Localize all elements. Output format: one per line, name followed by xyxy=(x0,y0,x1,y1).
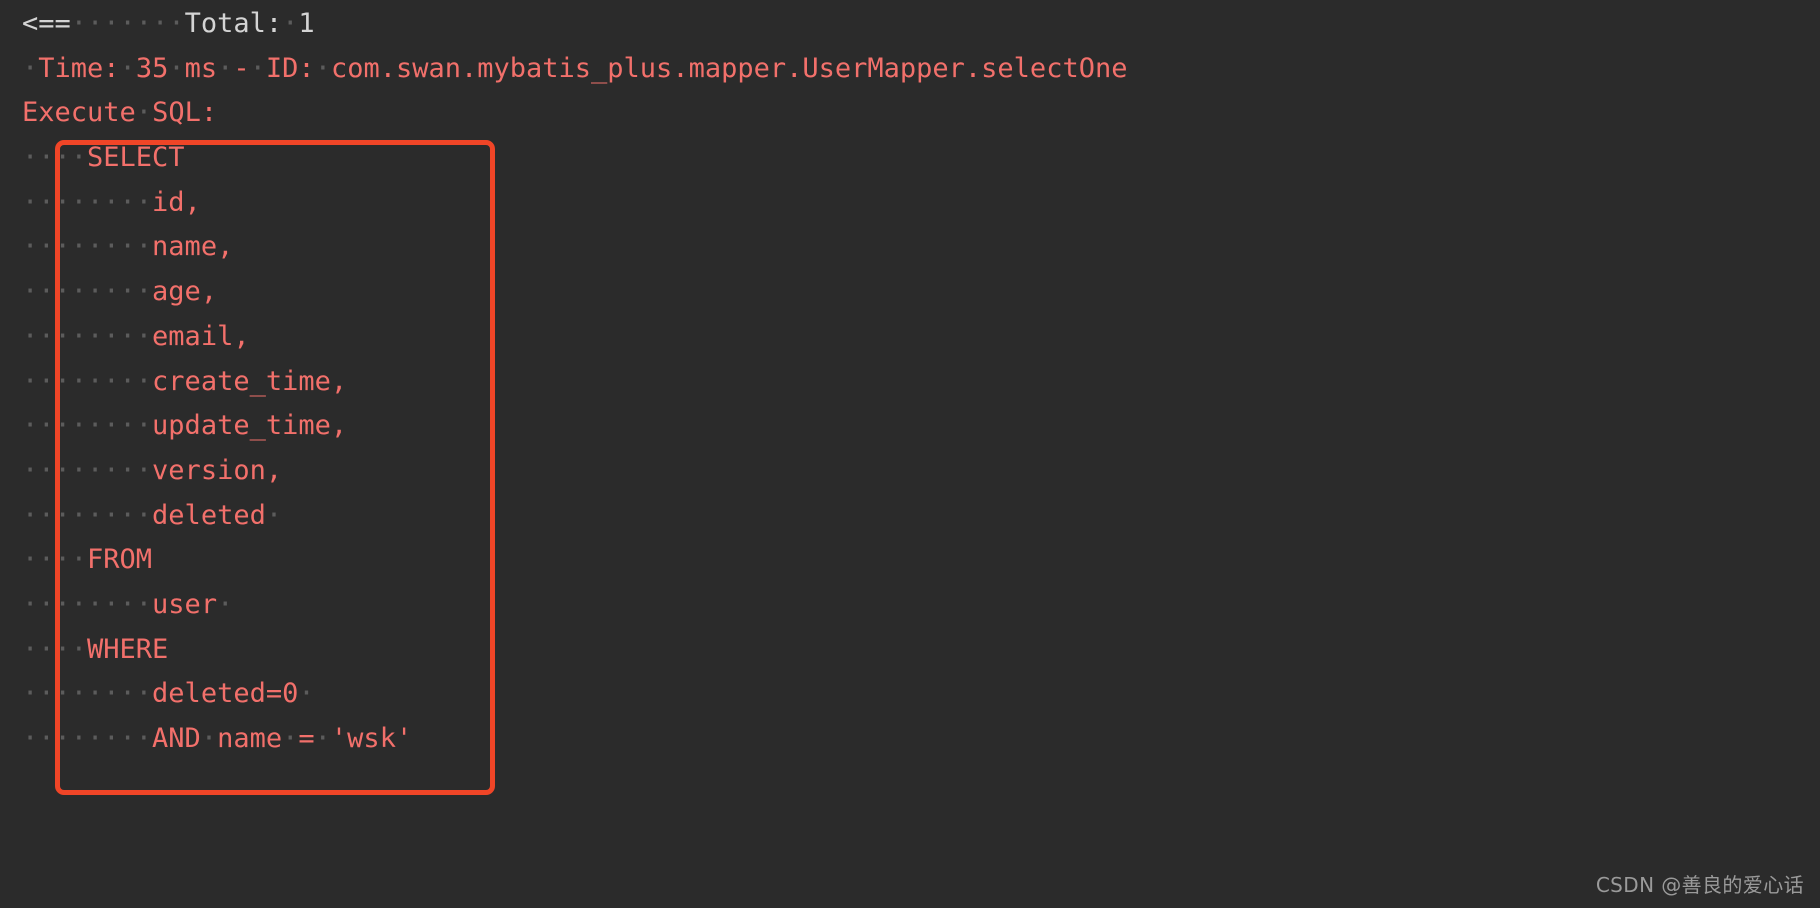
console-line-sql-select: ····SELECT xyxy=(22,136,1820,181)
console-line-sql-from: ····FROM xyxy=(22,538,1820,583)
whitespace-dots: · xyxy=(135,97,153,129)
console-line-sql-cond-name: ········AND·name·=·'wsk' xyxy=(22,717,1820,762)
console-line-sql-col-version: ········version, xyxy=(22,449,1820,494)
console-line-sql-col-age: ········age, xyxy=(22,270,1820,315)
whitespace-dots: · xyxy=(217,588,234,620)
log-text: Total: xyxy=(184,8,283,39)
whitespace-dots: · xyxy=(217,52,234,84)
console-line-sql-col-id: ········id, xyxy=(22,181,1820,226)
log-text: - xyxy=(233,52,250,84)
log-text: 1 xyxy=(298,8,315,39)
whitespace-dots: · xyxy=(200,723,218,754)
log-text: AND xyxy=(152,723,201,754)
log-text: 'wsk' xyxy=(330,723,413,754)
log-text: id, xyxy=(152,186,201,218)
log-text: deleted xyxy=(152,499,266,531)
console-line-sql-col-create-time: ········create_time, xyxy=(22,360,1820,405)
log-text: age, xyxy=(152,276,218,308)
whitespace-dots: · xyxy=(314,52,331,84)
whitespace-dots: ···· xyxy=(22,544,88,576)
log-text: ID: xyxy=(265,52,315,84)
log-text: update_time, xyxy=(152,410,348,442)
log-text: create_time, xyxy=(152,365,348,397)
log-text: ms xyxy=(184,52,218,84)
whitespace-dots: · xyxy=(282,723,299,754)
log-text: FROM xyxy=(87,544,153,576)
whitespace-dots: · xyxy=(265,499,283,531)
whitespace-dots: ········ xyxy=(22,678,153,710)
log-text: WHERE xyxy=(87,633,169,665)
console-line-sql-col-deleted: ········deleted· xyxy=(22,494,1820,539)
console-line-sql-col-update-time: ········update_time, xyxy=(22,404,1820,449)
whitespace-dots: ········ xyxy=(22,186,153,218)
whitespace-dots: ········ xyxy=(22,365,153,397)
console-line-sql-table-user: ········user· xyxy=(22,583,1820,628)
log-text: SQL: xyxy=(152,97,218,129)
console-line-sql-col-email: ········email, xyxy=(22,315,1820,360)
csdn-watermark: CSDN @善良的爱心话 xyxy=(1595,873,1804,897)
whitespace-dots: ········ xyxy=(22,454,153,486)
whitespace-dots: · xyxy=(168,52,185,84)
log-text: email, xyxy=(152,320,250,352)
log-text: user xyxy=(152,588,218,620)
log-text: name, xyxy=(152,231,234,263)
console-log-output[interactable]: <==·······Total:·1 ·Time:·35·ms·-·ID:·com… xyxy=(22,2,1820,762)
whitespace-dots: ········ xyxy=(22,276,153,308)
whitespace-dots: ···· xyxy=(22,142,88,174)
log-text: Time: xyxy=(38,52,120,84)
whitespace-dots: ········ xyxy=(22,410,153,442)
log-text: Execute xyxy=(22,97,136,129)
log-text: SELECT xyxy=(87,142,185,174)
console-line-timing-and-id: ·Time:·35·ms·-·ID:·com.swan.mybatis_plus… xyxy=(22,47,1820,92)
whitespace-dots: · xyxy=(282,8,299,39)
whitespace-dots: ········ xyxy=(22,231,153,263)
log-text: <== xyxy=(22,8,71,39)
log-text: com.swan.mybatis_plus.mapper.UserMapper.… xyxy=(330,52,1128,84)
console-line-result-total: <==·······Total:·1 xyxy=(22,2,1820,47)
whitespace-dots: ······· xyxy=(70,8,185,39)
log-text: = xyxy=(298,723,315,754)
whitespace-dots: · xyxy=(119,52,136,84)
whitespace-dots: ········ xyxy=(22,320,153,352)
whitespace-dots: · xyxy=(22,52,39,84)
whitespace-dots: ········ xyxy=(22,723,153,754)
whitespace-dots: · xyxy=(314,723,331,754)
console-line-sql-col-name: ········name, xyxy=(22,225,1820,270)
console-line-execute-sql-label: Execute·SQL: xyxy=(22,91,1820,136)
whitespace-dots: · xyxy=(249,52,266,84)
console-line-sql-cond-deleted: ········deleted=0· xyxy=(22,672,1820,717)
whitespace-dots: ········ xyxy=(22,588,153,620)
whitespace-dots: ········ xyxy=(22,499,153,531)
whitespace-dots: ···· xyxy=(22,633,88,665)
console-line-sql-where: ····WHERE xyxy=(22,628,1820,673)
log-text: 35 xyxy=(135,52,169,84)
log-text: deleted=0 xyxy=(152,678,299,710)
whitespace-dots: · xyxy=(298,678,315,710)
log-text: name xyxy=(217,723,283,754)
log-text: version, xyxy=(152,454,283,486)
sql-log-console: <==·······Total:·1 ·Time:·35·ms·-·ID:·com… xyxy=(0,0,1820,908)
